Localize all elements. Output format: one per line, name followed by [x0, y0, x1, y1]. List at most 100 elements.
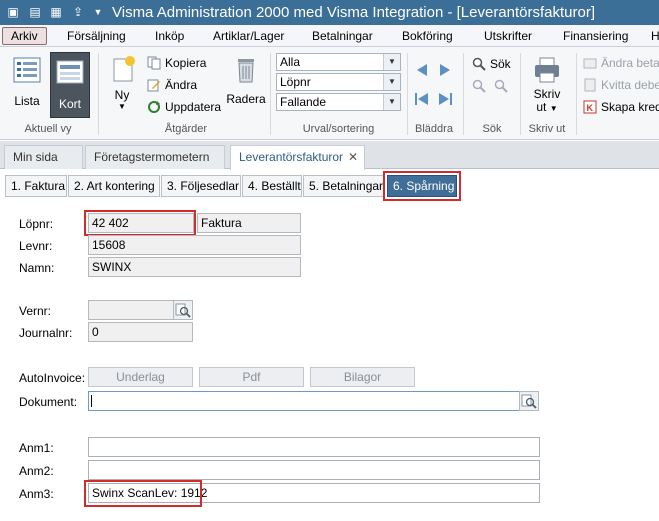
andra-betalning-label: Ändra beta: [601, 56, 659, 70]
group-sok: Sök: [482, 123, 502, 135]
vernr-lookup-button[interactable]: [173, 300, 193, 320]
skriv-ut-button[interactable]: Skriv ut ▼: [527, 55, 567, 117]
radera-button[interactable]: Radera: [226, 55, 266, 110]
dokument-label: Dokument:: [19, 395, 78, 409]
title-bar: ▣ ▤ ▦ ⇪ ▼ Visma Administration 2000 med …: [0, 0, 659, 25]
chevron-down-icon[interactable]: ▼: [383, 74, 400, 90]
journalnr-label: Journalnr:: [19, 326, 73, 340]
trash-icon: [238, 59, 254, 83]
search-next-icon[interactable]: [494, 79, 508, 93]
menu-inkop[interactable]: Inköp: [155, 28, 184, 45]
lopnr-label: Löpnr:: [19, 217, 54, 231]
tab-leverantorsfakturor[interactable]: Leverantörsfakturor ✕: [230, 145, 365, 170]
dokument-input[interactable]: [88, 391, 520, 411]
document-icon[interactable]: ▤: [28, 4, 42, 20]
search-icon: [175, 303, 191, 318]
menu-betalningar[interactable]: Betalningar: [312, 28, 373, 45]
dokument-lookup-button[interactable]: [519, 391, 539, 411]
highlight-box: [84, 210, 196, 236]
search-previous-icon[interactable]: [472, 79, 486, 93]
ribbon-separator: [98, 53, 99, 135]
group-aktuell-vy: Aktuell vy: [24, 123, 72, 135]
sort-field-value: Löpnr: [280, 75, 311, 89]
uppdatera-button[interactable]: Uppdatera: [147, 99, 221, 116]
filter-select[interactable]: Alla ▼: [276, 53, 401, 71]
offset-icon: [583, 78, 597, 92]
levnr-field: 15608: [88, 235, 301, 255]
kopiera-label: Kopiera: [165, 56, 207, 70]
pdf-button[interactable]: Pdf: [199, 367, 304, 387]
radera-label: Radera: [226, 92, 266, 106]
chevron-down-icon[interactable]: ▼: [383, 54, 400, 70]
menu-utskrifter[interactable]: Utskrifter: [484, 28, 532, 45]
ny-dropdown-icon: ▼: [118, 102, 126, 111]
vernr-label: Vernr:: [19, 304, 52, 318]
credit-note-icon: K: [583, 100, 597, 114]
anm2-input[interactable]: [88, 460, 540, 480]
anm1-input[interactable]: [88, 437, 540, 457]
tab-foretagstermometern[interactable]: Företagstermometern: [85, 145, 225, 169]
quick-access-dropdown-icon[interactable]: ▼: [91, 4, 105, 20]
menu-arkiv[interactable]: Arkiv: [2, 27, 47, 45]
printer-icon: [535, 57, 559, 83]
tab-art-kontering[interactable]: 2. Art kontering: [68, 175, 160, 197]
journalnr-field: 0: [88, 322, 193, 342]
last-icon[interactable]: [437, 92, 453, 106]
anm3-label: Anm3:: [19, 487, 54, 501]
tab-label: Min sida: [13, 150, 58, 164]
ut-label: ut: [536, 100, 547, 114]
close-icon[interactable]: ✕: [348, 146, 358, 168]
tab-label: Företagstermometern: [94, 150, 210, 164]
sparning-form: Löpnr: 42 402 Faktura Levnr: 15608 Namn:…: [0, 202, 659, 521]
highlight-box: [84, 480, 202, 507]
kvitta-debet-button[interactable]: Kvitta debe: [583, 77, 659, 94]
next-icon[interactable]: [437, 63, 453, 77]
kort-button[interactable]: Kort: [50, 52, 90, 118]
tab-label: Leverantörsfakturor: [239, 150, 344, 164]
kort-label: Kort: [58, 97, 81, 111]
ny-label: Ny: [114, 88, 130, 102]
menu-bokforing[interactable]: Bokföring: [402, 28, 453, 45]
tab-foljesedlar[interactable]: 3. Följesedlar: [161, 175, 241, 197]
underlag-button[interactable]: Underlag: [88, 367, 193, 387]
upload-icon[interactable]: ⇪: [71, 4, 85, 20]
edit-payment-icon: [583, 56, 597, 70]
ribbon-separator: [407, 53, 408, 135]
tab-min-sida[interactable]: Min sida: [4, 145, 83, 169]
first-icon[interactable]: [414, 92, 430, 106]
menu-artiklar-lager[interactable]: Artiklar/Lager: [213, 28, 284, 45]
sort-direction-select[interactable]: Fallande ▼: [276, 93, 401, 111]
new-document-icon: [113, 56, 135, 82]
kvitta-debet-label: Kvitta debe: [601, 78, 659, 92]
menu-forsaljning[interactable]: Försäljning: [67, 28, 126, 45]
tab-bestallt[interactable]: 4. Beställt: [242, 175, 302, 197]
namn-label: Namn:: [19, 261, 55, 275]
lista-label: Lista: [14, 94, 40, 108]
ny-button[interactable]: Ny ▼: [104, 53, 140, 115]
kopiera-button[interactable]: Kopiera: [147, 55, 206, 72]
bilagor-button[interactable]: Bilagor: [310, 367, 415, 387]
group-urval-sortering: Urval/sortering: [302, 123, 375, 135]
list-view-icon: [13, 57, 41, 83]
chevron-down-icon[interactable]: ▼: [383, 94, 400, 110]
andra-button[interactable]: Ändra: [147, 77, 197, 94]
skapa-kredit-button[interactable]: K Skapa kred: [583, 99, 659, 116]
sok-label: Sök: [490, 57, 511, 71]
menu-bar: Arkiv Försäljning Inköp Artiklar/Lager B…: [0, 25, 659, 47]
lista-button[interactable]: Lista: [7, 55, 47, 110]
app-icon[interactable]: ▣: [6, 4, 20, 20]
uppdatera-label: Uppdatera: [165, 100, 222, 114]
sok-button[interactable]: Sök: [472, 56, 511, 73]
ribbon-separator: [463, 53, 464, 135]
text-cursor: [91, 395, 92, 407]
tab-betalningar[interactable]: 5. Betalningar: [303, 175, 384, 197]
menu-finansiering[interactable]: Finansiering: [563, 28, 628, 45]
menu-hjalp[interactable]: H: [651, 28, 659, 45]
andra-betalning-button[interactable]: Ändra beta: [583, 55, 659, 72]
sub-tab-bar: 1. Faktura 2. Art kontering 3. Följesedl…: [0, 170, 659, 202]
sort-field-select[interactable]: Löpnr ▼: [276, 73, 401, 91]
ribbon-separator: [270, 53, 271, 135]
calendar-icon[interactable]: ▦: [49, 4, 63, 20]
previous-icon[interactable]: [414, 63, 430, 77]
tab-faktura[interactable]: 1. Faktura: [5, 175, 67, 197]
